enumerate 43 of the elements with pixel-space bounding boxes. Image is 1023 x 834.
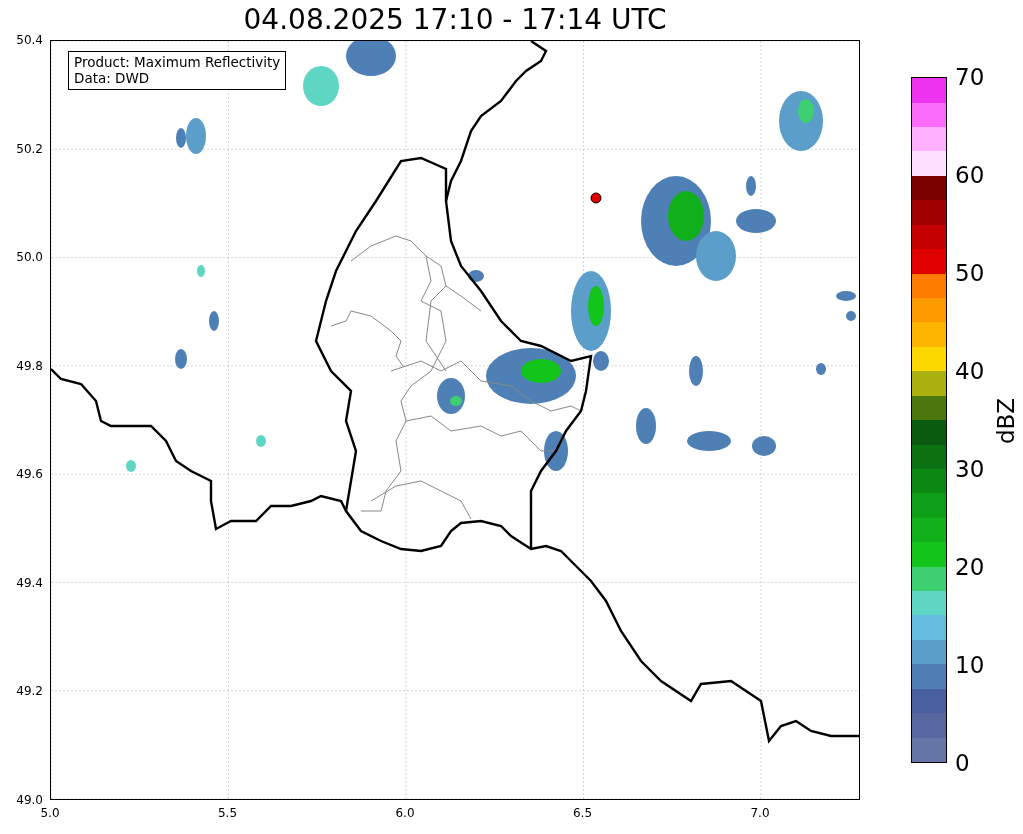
x-tick-label: 5.0: [40, 806, 60, 820]
radar-echo: [846, 311, 856, 321]
x-tick-label: 7.0: [750, 806, 770, 820]
radar-echo: [687, 431, 731, 451]
radar-echo: [636, 408, 656, 444]
x-tick-label: 5.5: [217, 806, 238, 820]
y-tick-label: 49.6: [16, 467, 43, 482]
radar-echo: [197, 265, 205, 277]
colorbar-label: dBZ: [993, 397, 1020, 445]
radar-echo: [126, 460, 136, 472]
colorbar-tick-label: 40: [955, 358, 985, 384]
y-tick-label: 50.4: [16, 33, 43, 47]
radar-echo: [303, 66, 339, 106]
y-tick-label: 50.2: [16, 141, 43, 156]
location-marker-icon: [590, 192, 602, 204]
radar-echo: [689, 356, 703, 386]
radar-echo: [256, 435, 266, 447]
y-tick-label: 50.0: [16, 250, 43, 265]
colorbar-tick-label: 30: [955, 456, 985, 482]
x-tick-label: 6.5: [572, 806, 593, 820]
radar-echo: [544, 431, 568, 471]
radar-echo: [175, 349, 187, 369]
y-tick-label: 49.2: [16, 684, 43, 699]
legend-text: Product: Maximum Reflectivity: [74, 54, 281, 70]
legend-text: Data: DWD: [74, 70, 151, 86]
colorbar-tick-label: 50: [955, 260, 985, 286]
colorbar-tick-label: 70: [955, 64, 985, 90]
x-tick-label: 6.0: [395, 806, 415, 820]
colorbar-tick-label: 60: [955, 162, 985, 188]
y-tick-label: 49.0: [16, 793, 43, 807]
radar-echo: [468, 270, 484, 282]
radar-echo: [816, 363, 826, 375]
colorbar-tick-label: 20: [955, 554, 985, 580]
radar-echo: [209, 311, 219, 331]
colorbar-tick-label: 0: [955, 750, 970, 776]
colorbar-tick-label: 10: [955, 652, 985, 678]
radar-echo: [836, 291, 856, 301]
radar-echo: [346, 41, 396, 76]
y-tick-label: 49.8: [16, 358, 43, 373]
y-tick-label: 49.4: [16, 575, 43, 590]
chart-title: 04.08.2025 17:10 - 17:14 UTC: [243, 4, 667, 36]
radar-echo: [752, 436, 776, 456]
radar-echo: [746, 176, 756, 196]
